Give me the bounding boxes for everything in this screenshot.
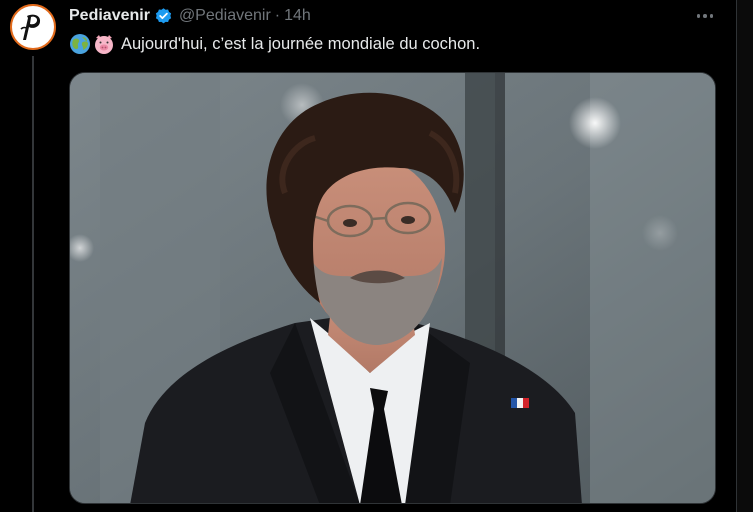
- timestamp[interactable]: 14h: [284, 7, 311, 25]
- scrollbar[interactable]: [737, 0, 753, 512]
- verified-badge-icon[interactable]: [154, 7, 173, 26]
- more-dot-icon: [696, 14, 701, 18]
- tweet-header: Pediavenir @Pediavenir · 14h: [69, 6, 311, 26]
- globe-earth-icon: [69, 33, 91, 55]
- more-dot-icon: [709, 14, 714, 18]
- tweet-article[interactable]: Pediavenir @Pediavenir · 14h Aujourd'hui…: [0, 0, 753, 512]
- tweet-photo[interactable]: [69, 72, 716, 504]
- tweet-text: Aujourd'hui, c’est la journée mondiale d…: [69, 33, 480, 55]
- avatar[interactable]: [10, 4, 56, 50]
- more-dot-icon: [703, 14, 707, 18]
- pig-face-icon: [93, 33, 115, 55]
- tweet-body-text: Aujourd'hui, c’est la journée mondiale d…: [121, 34, 481, 53]
- separator-dot: ·: [274, 7, 281, 24]
- user-handle[interactable]: @Pediavenir: [179, 7, 271, 25]
- pediavenir-logo-icon: [13, 7, 53, 47]
- more-options-button[interactable]: [694, 6, 716, 26]
- thread-line: [32, 56, 34, 512]
- display-name[interactable]: Pediavenir: [69, 7, 150, 25]
- photo-man-in-suit-icon: [70, 73, 715, 503]
